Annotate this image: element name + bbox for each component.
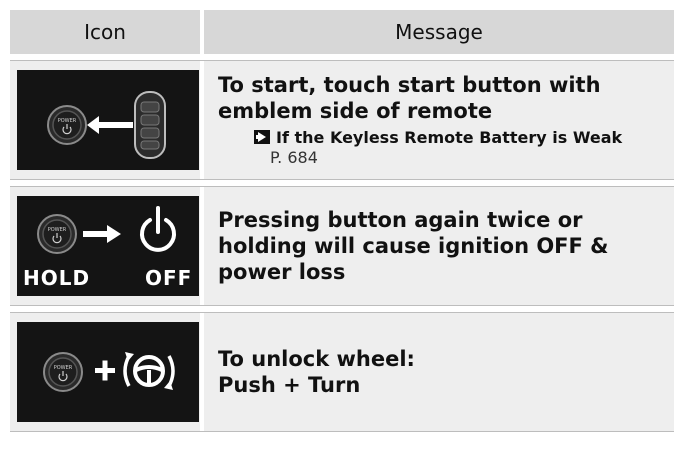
icon-cell: POWER HOLD OFF — [10, 187, 200, 305]
icon-cell: POWER — [10, 313, 200, 431]
reference-title: If the Keyless Remote Battery is Weak — [276, 128, 623, 147]
off-label: OFF — [145, 266, 193, 290]
message-cell: Pressing button again twice or holding w… — [204, 187, 674, 305]
message-text-line2: Push + Turn — [218, 373, 361, 397]
message-cell: To unlock wheel: Push + Turn — [204, 313, 674, 431]
svg-text:POWER: POWER — [54, 365, 73, 371]
message-table: Icon Message POWER To start, touch start… — [10, 10, 674, 432]
message-cell: To start, touch start button with emblem… — [204, 61, 674, 179]
reference-link[interactable]: If the Keyless Remote Battery is Weak — [218, 128, 664, 148]
reference-page: P. 684 — [270, 148, 318, 167]
message-text: To start, touch start button with emblem… — [218, 73, 601, 123]
svg-text:POWER: POWER — [48, 227, 67, 233]
icon-cell: POWER — [10, 61, 200, 179]
reference-arrow-icon — [254, 128, 270, 148]
hold-label: HOLD — [23, 266, 91, 290]
header-icon: Icon — [84, 20, 126, 44]
table-row: POWER To unlock wheel: Push + Turn — [10, 312, 674, 432]
table-row: POWER HOLD OFF Pressing button again twi… — [10, 186, 674, 306]
power-plus-steering-wheel-icon: POWER — [17, 322, 199, 422]
table-header: Icon Message — [10, 10, 674, 54]
power-button-remote-icon: POWER — [17, 70, 199, 170]
hold-power-off-icon: POWER HOLD OFF — [17, 196, 199, 296]
table-row: POWER To start, touch start button with … — [10, 60, 674, 180]
svg-text:POWER: POWER — [58, 118, 77, 124]
message-text: Pressing button again twice or holding w… — [218, 208, 609, 284]
message-text-line1: To unlock wheel: — [218, 347, 415, 371]
header-message: Message — [395, 20, 483, 44]
